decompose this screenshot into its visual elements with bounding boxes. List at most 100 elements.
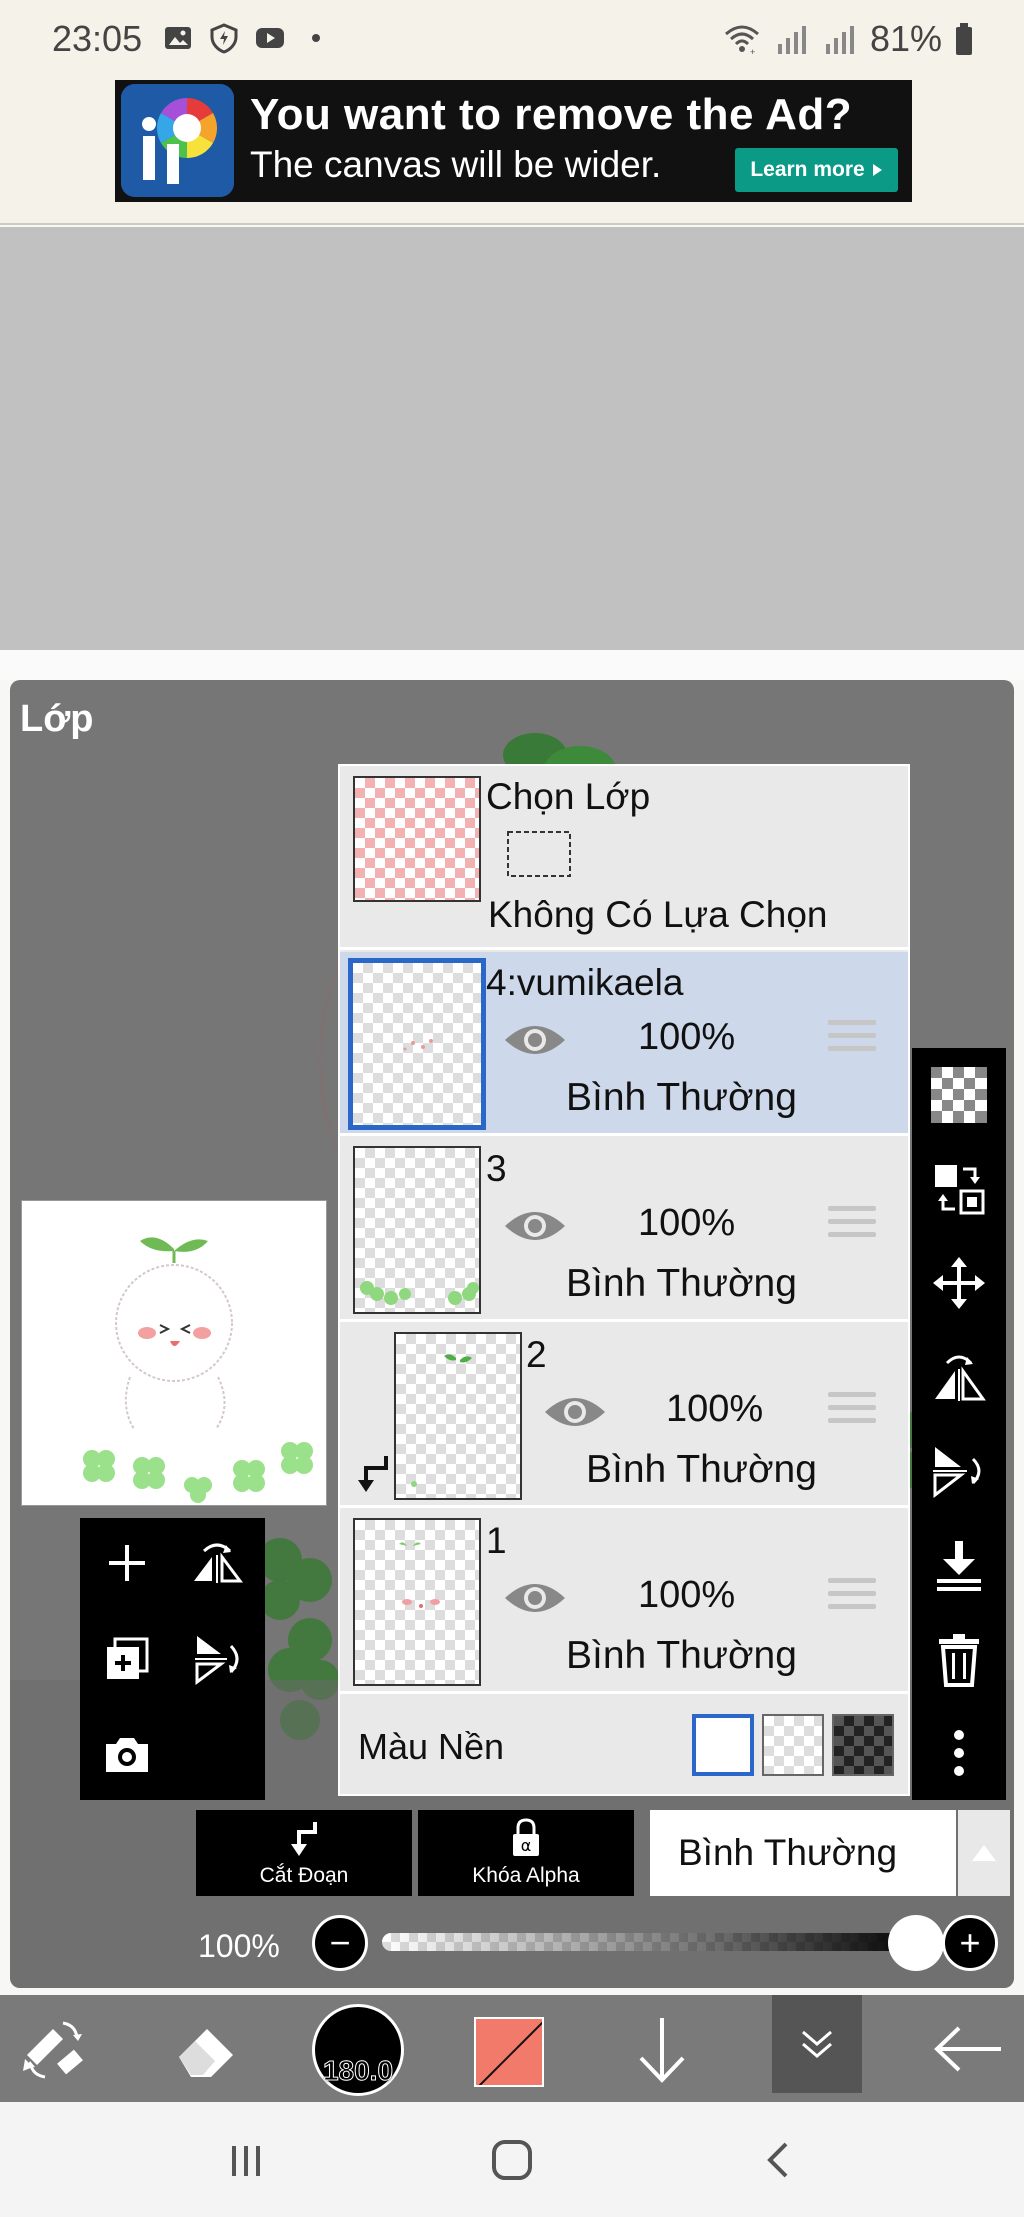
color-picker-button[interactable]: [474, 2017, 544, 2087]
battery-icon: [956, 23, 972, 55]
layer-row[interactable]: 2 100% Bình Thường: [340, 1324, 908, 1508]
learn-more-button[interactable]: Learn more: [735, 148, 898, 192]
preview-drawing: [83, 1237, 313, 1503]
alpha-lock-button[interactable]: α Khóa Alpha: [418, 1810, 634, 1896]
flip-horizontal-layer-button[interactable]: [172, 1518, 262, 1608]
clipping-arrow-icon: [358, 1456, 388, 1492]
brush-size-button[interactable]: 180.0: [312, 2004, 404, 2096]
ibis-paint-logo: [121, 84, 234, 197]
duplicate-layer-button[interactable]: [82, 1614, 172, 1704]
layer-opacity: 100%: [638, 1574, 736, 1616]
clipping-button[interactable]: Cắt Đoạn: [196, 1810, 412, 1896]
recent-apps-button[interactable]: [186, 2102, 306, 2217]
flip-vertical-icon: [195, 1636, 239, 1685]
home-icon: [492, 2139, 532, 2180]
transparent-fill-button[interactable]: [912, 1048, 1006, 1142]
drag-handle-icon[interactable]: [828, 1020, 876, 1058]
layer-row[interactable]: 1 100% Bình Thường: [340, 1510, 908, 1694]
layer-list: Chọn Lớp Không Có Lựa Chọn 4:vumikaela 1…: [338, 764, 910, 1796]
more-options-button[interactable]: [912, 1706, 1006, 1800]
background-transparent-swatch[interactable]: [762, 1714, 824, 1776]
brush-size-value: 180.0: [322, 2055, 394, 2087]
tool-selector-button[interactable]: [4, 1995, 104, 2102]
clipping-label: Cắt Đoạn: [259, 1864, 349, 1887]
brush-swap-icon: [23, 2021, 83, 2078]
alpha-lock-label: Khóa Alpha: [472, 1864, 580, 1887]
layer-name: 4:vumikaela: [486, 962, 684, 1003]
signal-icon: [777, 26, 806, 54]
move-layer-button[interactable]: [912, 1236, 1006, 1330]
move-layer-down-button[interactable]: [612, 1995, 712, 2102]
import-photo-button[interactable]: [82, 1710, 172, 1800]
system-navigation-bar: [0, 2102, 1024, 2217]
ad-banner[interactable]: You want to remove the Ad? The canvas wi…: [115, 80, 912, 202]
merge-down-button[interactable]: [912, 1518, 1006, 1612]
drag-handle-icon[interactable]: [828, 1578, 876, 1616]
background-color-label: Màu Nền: [358, 1726, 505, 1767]
layer-blend-mode: Bình Thường: [566, 1634, 797, 1677]
layer-thumbnail: [353, 1518, 481, 1686]
blend-mode-dropdown[interactable]: Bình Thường: [650, 1810, 956, 1896]
flip-vertical-icon: [933, 1447, 981, 1499]
layer-opacity: 100%: [638, 1016, 736, 1058]
triangle-up-icon: [972, 1845, 996, 1861]
opacity-slider-knob[interactable]: [888, 1915, 944, 1971]
merge-down-icon: [937, 1541, 981, 1591]
layer-row[interactable]: 4:vumikaela 100% Bình Thường: [340, 952, 908, 1136]
opacity-value-label: 100%: [198, 1928, 280, 1964]
eraser-icon: [179, 2028, 233, 2077]
swap-layers-button[interactable]: [912, 1142, 1006, 1236]
layer-blend-mode: Bình Thường: [566, 1262, 797, 1305]
alpha-lock-icon: α: [513, 1818, 539, 1856]
opacity-slider[interactable]: [382, 1933, 922, 1951]
battery-percent: 81%: [869, 18, 942, 59]
home-button[interactable]: [452, 2102, 572, 2217]
layer-row[interactable]: 3 100% Bình Thường: [340, 1138, 908, 1322]
recent-apps-icon: [232, 2145, 260, 2176]
canvas-area[interactable]: [0, 227, 1024, 650]
opacity-increase-button[interactable]: +: [942, 1915, 998, 1971]
learn-more-label: Learn more: [750, 158, 865, 181]
drag-handle-icon[interactable]: [828, 1206, 876, 1244]
plus-icon: [109, 1545, 145, 1581]
chevron-left-icon: [767, 2142, 788, 2177]
bottom-toolbar: 180.0: [0, 1995, 1024, 2102]
status-time: 23:05: [52, 18, 143, 59]
selection-status: Không Có Lựa Chọn: [488, 894, 828, 935]
canvas-preview[interactable]: [21, 1200, 327, 1506]
visibility-eye-icon[interactable]: [542, 1390, 608, 1434]
layer-blend-mode: Bình Thường: [586, 1448, 817, 1491]
selection-layer-row[interactable]: Chọn Lớp Không Có Lựa Chọn: [340, 766, 908, 950]
visibility-eye-icon[interactable]: [502, 1204, 568, 1248]
background-white-swatch[interactable]: [692, 1714, 754, 1776]
flip-horizontal-button[interactable]: [912, 1330, 1006, 1424]
layer-panel: Lớp Chọn Lớp Không Có Lựa Chọn 4:vumikae…: [10, 680, 1014, 1988]
move-arrows-icon: [933, 1257, 985, 1309]
quick-tools-panel: [80, 1518, 265, 1800]
flip-vertical-layer-button[interactable]: [172, 1614, 262, 1704]
eraser-button[interactable]: [156, 1995, 256, 2102]
trash-icon: [939, 1634, 979, 1687]
drag-handle-icon[interactable]: [828, 1392, 876, 1430]
layer-panel-toggle-button[interactable]: [772, 1995, 862, 2093]
delete-layer-button[interactable]: [912, 1612, 1006, 1706]
background-dark-swatch[interactable]: [832, 1714, 894, 1776]
visibility-eye-icon[interactable]: [502, 1018, 568, 1062]
gallery-icon: [165, 27, 191, 49]
ad-title: You want to remove the Ad?: [250, 90, 853, 139]
system-back-button[interactable]: [718, 2102, 838, 2217]
arrow-left-icon: [934, 2026, 1001, 2071]
canvas-divider: [0, 650, 1024, 680]
layer-thumbnail: [348, 958, 486, 1130]
flip-vertical-button[interactable]: [912, 1424, 1006, 1518]
flip-horizontal-icon: [935, 1355, 986, 1401]
back-button[interactable]: [918, 1995, 1018, 2102]
flip-horizontal-icon: [194, 1543, 243, 1583]
opacity-decrease-button[interactable]: −: [312, 1915, 368, 1971]
signal-icon-2: [825, 26, 854, 54]
minus-icon: −: [329, 1922, 351, 1963]
layer-thumbnail: [394, 1332, 522, 1500]
blend-mode-dropdown-arrow[interactable]: [958, 1810, 1010, 1896]
add-layer-button[interactable]: [82, 1518, 172, 1608]
visibility-eye-icon[interactable]: [502, 1576, 568, 1620]
